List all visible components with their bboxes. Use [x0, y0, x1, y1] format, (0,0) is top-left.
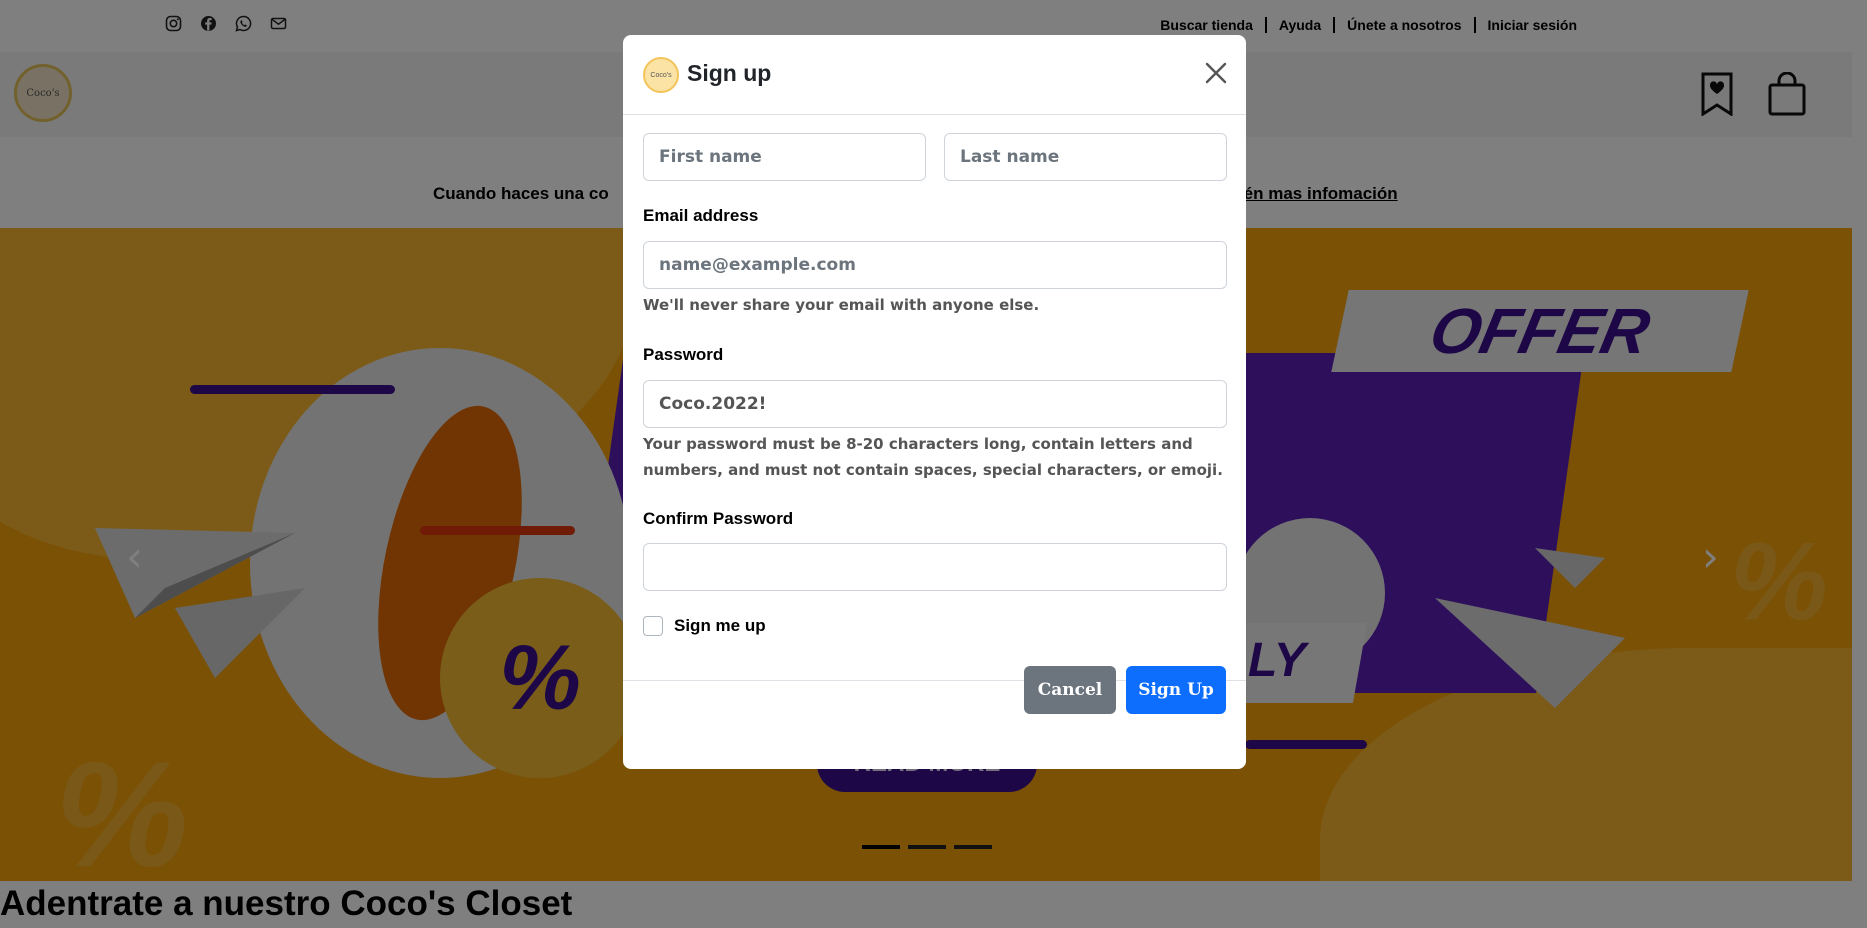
confirm-password-input[interactable] [643, 543, 1227, 591]
email-help-text: We'll never share your email with anyone… [643, 296, 1040, 314]
email-input[interactable]: name@example.com [643, 241, 1227, 289]
signup-modal: Coco's Sign up First name Last name Emai… [623, 35, 1246, 769]
password-help-text: Your password must be 8-20 characters lo… [643, 435, 1223, 479]
signup-checkbox-label[interactable]: Sign me up [674, 616, 766, 636]
close-icon[interactable] [1202, 59, 1230, 87]
confirm-password-label: Confirm Password [643, 509, 794, 528]
signup-checkbox[interactable] [643, 616, 663, 636]
modal-header: Coco's Sign up [623, 35, 1246, 115]
modal-logo-text: Coco's [650, 71, 672, 79]
password-input[interactable]: Coco.2022! [643, 380, 1227, 428]
email-label: Email address [643, 206, 759, 225]
cancel-button[interactable]: Cancel [1024, 666, 1116, 714]
signup-button[interactable]: Sign Up [1126, 666, 1226, 714]
last-name-input[interactable]: Last name [944, 133, 1227, 181]
modal-title: Sign up [687, 60, 772, 86]
password-label: Password [643, 345, 724, 364]
signup-checkbox-group: Sign me up [643, 616, 766, 636]
modal-logo: Coco's [643, 57, 679, 93]
first-name-input[interactable]: First name [643, 133, 926, 181]
